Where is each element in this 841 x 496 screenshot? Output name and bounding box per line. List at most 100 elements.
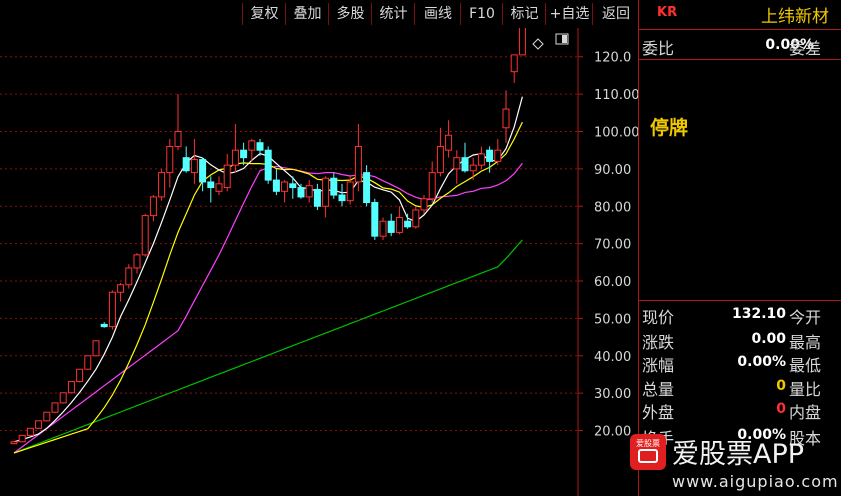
logo-icon: 爱股票: [630, 434, 666, 470]
candle-body: [297, 187, 305, 198]
quote-label-2: 内盘: [789, 403, 822, 422]
toolbar-button-6[interactable]: 标记: [502, 3, 546, 25]
y-tick-label: 40.00: [594, 350, 631, 365]
candle-body: [330, 177, 338, 196]
candle-body: [322, 177, 330, 207]
candle-body: [59, 392, 67, 404]
candle-body: [51, 402, 59, 413]
candle-body: [379, 220, 387, 237]
halt-status: 停牌: [650, 117, 689, 139]
quote-value: 0: [776, 401, 786, 417]
quote-label: 外盘: [642, 403, 675, 422]
quote-row: 涨幅 0.00% 最低: [639, 352, 841, 375]
candle-body: [149, 196, 157, 217]
latest-price-label: 132.10: [452, 28, 498, 30]
candle-body: [305, 185, 313, 198]
toolbar-button-5[interactable]: F10: [460, 3, 503, 25]
candle-body: [35, 420, 43, 429]
candle-body: [158, 172, 166, 198]
candle-body: [133, 254, 141, 269]
candle-body: [166, 145, 174, 174]
candle-body: [215, 183, 223, 192]
quote-label-2: 最高: [789, 333, 822, 352]
candle-body: [174, 131, 182, 147]
watermark-brand: 爱股票APP: [672, 439, 805, 470]
y-tick-label: 50.00: [594, 312, 631, 327]
y-tick-label: 120.0: [594, 51, 631, 66]
candle-body: [461, 157, 469, 172]
kline-chart[interactable]: 20.00 30.00 40.00 50.00 60.00 70.00 80.00 90.00…: [0, 28, 638, 496]
candle-body: [182, 157, 190, 172]
candle-body: [502, 108, 510, 129]
toolbar-button-0[interactable]: 复权: [242, 3, 286, 25]
candle-body: [26, 427, 34, 436]
toolbar-button-2[interactable]: 多股: [328, 3, 372, 25]
candle-body: [469, 164, 477, 172]
weibi-row: 委比 0.00% 委差: [639, 35, 841, 58]
y-tick-label: 30.00: [594, 387, 631, 402]
quote-label: 现价: [642, 308, 675, 327]
candle-body: [100, 323, 108, 328]
candle-body: [420, 198, 428, 211]
candle-body: [338, 194, 346, 202]
candle-body: [477, 153, 485, 166]
toolbar: 复权 叠加 多股 统计 画线 F10 标记 +自选 返回: [0, 0, 638, 28]
quote-label: 总量: [642, 380, 675, 399]
quote-value: 0.00: [751, 331, 786, 347]
candle-body: [354, 145, 362, 183]
quote-label: 涨跌: [642, 333, 675, 352]
candle-body: [281, 181, 289, 192]
weibi-label: 委比: [642, 39, 675, 58]
weicha-label: 委差: [789, 39, 822, 58]
quote-panel: KR 上纬新材 委比 0.00% 委差 停牌 现价 132.10 今开 涨跌 0.00 最…: [630, 0, 841, 496]
candle-body: [223, 164, 231, 189]
candle-body: [231, 149, 239, 166]
quote-row: 外盘 0 内盘: [639, 399, 841, 422]
y-tick-label: 90.00: [594, 163, 631, 178]
quote-label-2: 量比: [789, 380, 822, 399]
candle-body: [387, 220, 395, 233]
y-tick-label: 110.00: [594, 88, 638, 103]
candle-body: [453, 157, 461, 170]
candle-body: [141, 215, 149, 256]
quote-row: 涨跌 0.00 最高: [639, 329, 841, 352]
toolbar-button-7[interactable]: +自选: [545, 3, 593, 25]
toolbar-button-8[interactable]: 返回: [592, 3, 639, 25]
quote-label-2: 最低: [789, 356, 822, 375]
candle-body: [510, 54, 518, 73]
candle-body: [240, 149, 248, 159]
candle-body: [494, 149, 502, 162]
panel-toggle-icon-fill: [562, 35, 567, 43]
candle-body: [313, 188, 321, 207]
candle-body: [518, 28, 526, 56]
candle-body: [199, 159, 207, 183]
quote-value: 132.10: [731, 306, 786, 322]
quote-value: 0.00%: [737, 354, 786, 370]
candle-body: [363, 172, 371, 204]
candle-body: [371, 202, 379, 237]
candle-body: [404, 220, 412, 228]
candle-body: [43, 411, 51, 422]
candle-body: [346, 181, 354, 202]
expand-diamond-icon: [532, 38, 544, 50]
candle-body: [248, 140, 256, 151]
y-tick-label: 70.00: [594, 238, 631, 253]
toolbar-button-4[interactable]: 画线: [414, 3, 461, 25]
market-badge: KR: [657, 5, 678, 20]
watermark: 爱股票 爱股票APP www.aigupiao.com: [628, 432, 841, 496]
quote-label: 涨幅: [642, 356, 675, 375]
candle-body: [92, 340, 100, 357]
candle-body: [395, 216, 403, 233]
candle-body: [108, 291, 116, 328]
y-tick-label: 80.00: [594, 200, 631, 215]
candle-body: [445, 134, 453, 151]
quote-row: 现价 132.10 今开: [639, 304, 841, 327]
candle-body: [10, 441, 18, 445]
candle-body: [256, 142, 264, 151]
candle-body: [272, 179, 280, 192]
toolbar-button-1[interactable]: 叠加: [285, 3, 329, 25]
candle-body: [486, 149, 494, 162]
candle-body: [76, 368, 84, 383]
toolbar-button-3[interactable]: 统计: [371, 3, 415, 25]
y-tick-label: 100.00: [594, 126, 638, 141]
